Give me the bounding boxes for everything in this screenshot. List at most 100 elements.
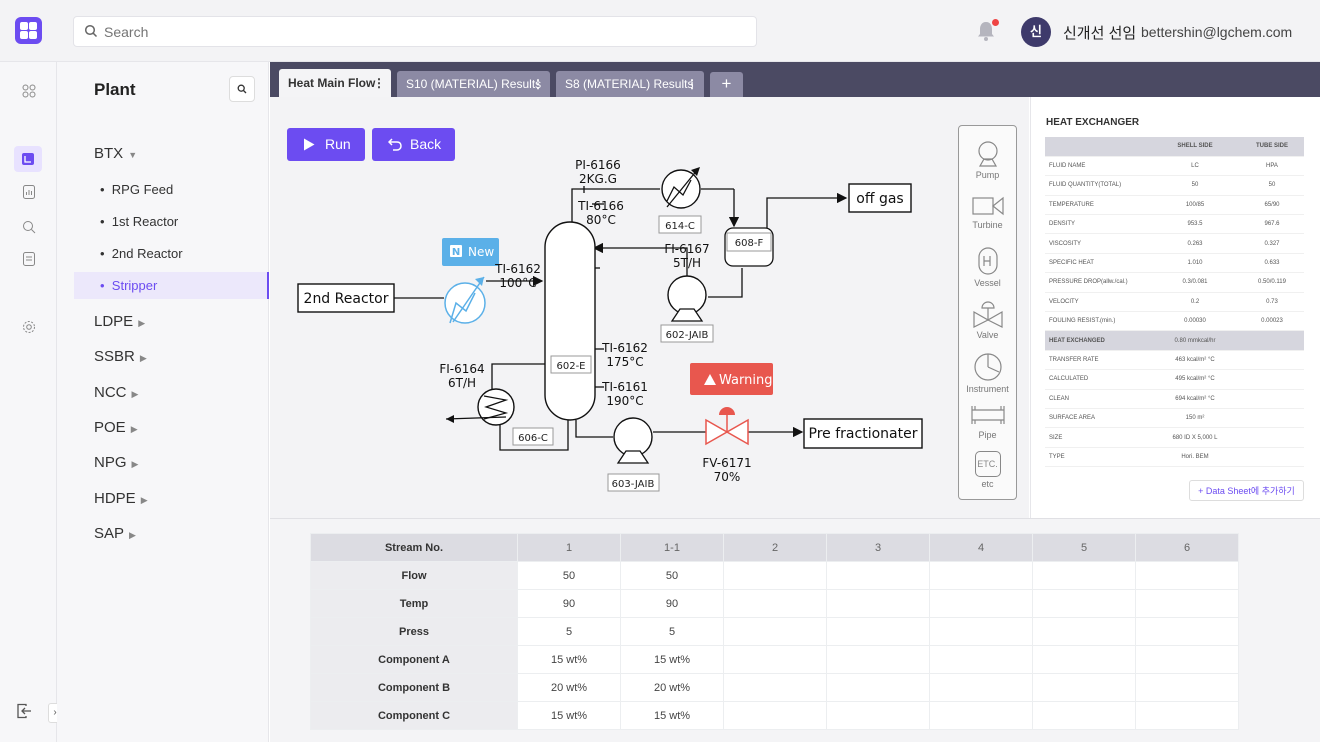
new-badge-label: New (468, 245, 494, 259)
table-row: Component C 15 wt% 15 wt% (310, 701, 1239, 730)
plant-group-sap[interactable]: SAP ▶ (94, 525, 136, 542)
table-row: SIZE 680 ID X 5,000 L (1045, 427, 1304, 448)
palette-etc[interactable]: ETC. etc (959, 451, 1016, 489)
table-row: FOULING RESIST.(min.) 0.00030 0.00023 (1045, 311, 1304, 332)
table-header-row: SHELL SIDE TUBE SIDE (1045, 137, 1304, 157)
chevron-right-icon: ▶ (130, 424, 138, 434)
flow-canvas[interactable]: Run Back 2nd Reactor N New 602-E 614-C 6… (270, 97, 1029, 518)
table-row: TEMPERATURE 100/85 65/90 (1045, 195, 1304, 216)
heat-exchanger-panel: HEAT EXCHANGER SHELL SIDE TUBE SIDE FLUID… (1030, 97, 1320, 518)
heat-exchanger-title: HEAT EXCHANGER (1046, 117, 1140, 128)
valve-icon (972, 301, 1003, 328)
table-row: TRANSFER RATE 463 kcal/m² °C (1045, 350, 1304, 371)
more-vertical-icon[interactable]: ⋮ (532, 71, 544, 97)
stream-line (491, 363, 545, 390)
palette-pipe[interactable]: Pipe (959, 402, 1016, 440)
label-ti-6161-value: 190°C (606, 394, 643, 408)
tab-s8-results[interactable]: S8 (MATERIAL) Results ⋮ (556, 71, 704, 97)
more-vertical-icon[interactable]: ⋮ (686, 71, 698, 97)
heat-exchanger-table: SHELL SIDE TUBE SIDE FLUID NAME LC HPA FLUI… (1045, 137, 1304, 468)
apps-icon[interactable] (19, 81, 39, 101)
label-fi-6167: FI-6167 (664, 242, 709, 256)
search-icon (237, 84, 247, 94)
top-bar: 신 신개선 선임 bettershin@lgchem.com (0, 0, 1320, 62)
palette-instrument[interactable]: Instrument (959, 352, 1016, 394)
component-palette: Pump Turbine Vessel Valve Instrument Pip… (958, 125, 1017, 500)
tab-bar: Heat Main Flow ⋮ S10 (MATERIAL) Results ⋮ … (270, 62, 1320, 97)
avatar[interactable]: 신 (1021, 17, 1051, 47)
stream-line (708, 268, 743, 298)
tag-602e: 602-E (556, 361, 585, 372)
logout-icon[interactable] (16, 703, 32, 724)
document-icon[interactable] (19, 249, 39, 269)
pump-icon (977, 141, 998, 167)
palette-valve[interactable]: Valve (959, 300, 1016, 340)
table-row: SURFACE AREA 150 m² (1045, 408, 1304, 429)
plant-item-1st-reactor[interactable]: • 1st Reactor (100, 214, 178, 229)
user-name: 신개선 선임 (1063, 25, 1137, 42)
table-row: SPECIFIC HEAT 1.010 0.633 (1045, 253, 1304, 274)
palette-turbine[interactable]: Turbine (959, 194, 1016, 230)
turbine-icon (971, 196, 1004, 216)
plant-item-stripper[interactable]: • Stripper (74, 272, 269, 299)
analysis-icon[interactable] (19, 217, 39, 237)
table-row: DENSITY 953.5 967.6 (1045, 214, 1304, 235)
tab-s10-results[interactable]: S10 (MATERIAL) Results ⋮ (397, 71, 550, 97)
plant-group-hdpe[interactable]: HDPE ▶ (94, 490, 148, 507)
plant-navigation: Plant BTX ▼ • RPG Feed • 1st Reactor • 2n… (57, 62, 269, 742)
stream-line (575, 420, 613, 438)
notification-bell-icon[interactable] (976, 19, 999, 47)
plant-group-btx[interactable]: BTX ▼ (94, 145, 137, 162)
palette-pump[interactable]: Pump (959, 140, 1016, 180)
search-box[interactable] (73, 16, 757, 47)
plant-group-npg[interactable]: NPG ▶ (94, 454, 138, 471)
plant-title: Plant (94, 80, 136, 99)
off-gas-label: off gas (856, 191, 903, 207)
table-row: Temp 90 90 (310, 589, 1239, 618)
label-fi-6164-value: 6T/H (448, 376, 476, 390)
label-ti-6161: TI-6161 (601, 380, 648, 394)
add-to-datasheet-button[interactable]: + Data Sheet에 추가하기 (1189, 480, 1304, 501)
tag-606c: 606-C (518, 433, 548, 444)
flow-diagram-icon[interactable] (14, 146, 42, 172)
tab-heat-main-flow[interactable]: Heat Main Flow ⋮ (279, 69, 391, 97)
pre-fractionater-label: Pre fractionater (809, 426, 918, 442)
plant-group-ssbr[interactable]: SSBR ▶ (94, 348, 147, 365)
user-email: bettershin@lgchem.com (1141, 24, 1293, 40)
heat-exchanged-row: HEAT EXCHANGED 0.80 mmkcal/hr (1045, 330, 1304, 351)
palette-vessel[interactable]: Vessel (959, 246, 1016, 288)
table-row: PRESSURE DROP(allw./cal.) 0.3/0.081 0.50/0… (1045, 272, 1304, 293)
chevron-right-icon: ▶ (131, 459, 139, 469)
stream-table: Stream No. 1 1-1 2 3 4 5 6 Flow 50 50 Temp 90 90 P… (310, 533, 1239, 730)
valve-actuator (719, 407, 735, 415)
label-ti-6162a-value: 100°C (499, 276, 536, 290)
plant-group-poe[interactable]: POE ▶ (94, 419, 138, 436)
plant-item-2nd-reactor[interactable]: • 2nd Reactor (100, 246, 183, 261)
more-vertical-icon[interactable]: ⋮ (373, 69, 385, 97)
label-fi-6164: FI-6164 (439, 362, 484, 376)
add-tab-button[interactable]: + (710, 72, 743, 97)
table-row: Flow 50 50 (310, 561, 1239, 590)
search-icon (84, 24, 98, 38)
plant-item-rpg-feed[interactable]: • RPG Feed (100, 182, 173, 197)
tag-614c: 614-C (665, 221, 695, 232)
search-input[interactable] (104, 22, 704, 42)
settings-icon[interactable] (19, 317, 39, 337)
chevron-down-icon: ▼ (128, 150, 138, 160)
pump-602jaib (667, 275, 707, 315)
plant-group-ldpe[interactable]: LDPE ▶ (94, 313, 145, 330)
label-fi-6167-value: 5T/H (673, 256, 701, 270)
plant-search-button[interactable] (229, 76, 255, 102)
label-ti-6162b: TI-6162 (601, 341, 648, 355)
vessel-icon (977, 247, 998, 275)
chevron-right-icon: ▶ (138, 318, 146, 328)
pump-603jaib (613, 417, 653, 457)
report-icon[interactable] (19, 182, 39, 202)
plant-group-ncc[interactable]: NCC ▶ (94, 384, 138, 401)
chevron-right-icon: ▶ (129, 530, 136, 540)
etc-icon: ETC. (974, 451, 1001, 477)
chevron-right-icon: ▶ (131, 389, 139, 399)
app-logo-icon[interactable] (15, 17, 42, 44)
table-row: Component B 20 wt% 20 wt% (310, 673, 1239, 702)
label-pi-6166-value: 2KG.G (579, 172, 617, 186)
